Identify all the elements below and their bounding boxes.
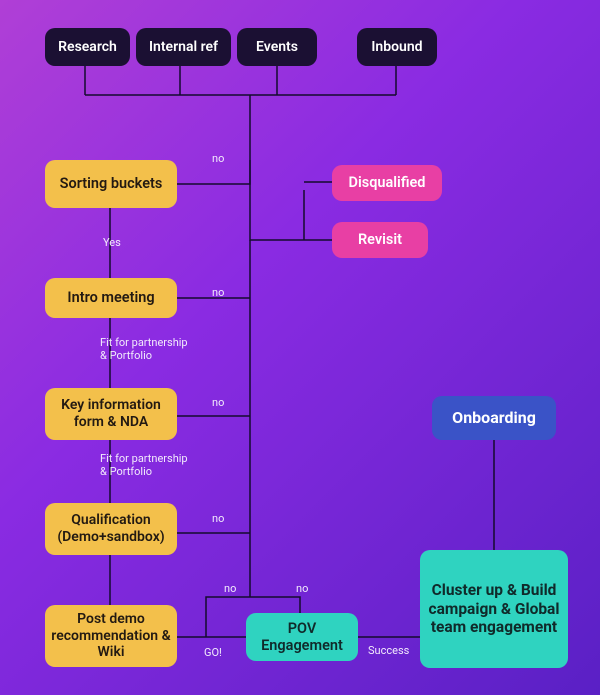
stage-post-demo: Post demo recommendation & Wiki [45,605,177,667]
label-no-3: no [212,396,224,409]
source-internal-ref: Internal ref [136,28,231,66]
label-fit-1: Fit for partnership & Portfolio [100,336,188,362]
label-no-2: no [212,286,224,299]
source-research: Research [45,28,130,66]
label-go: GO! [204,646,222,659]
stage-qualification: Qualification (Demo+sandbox) [45,503,177,555]
result-revisit: Revisit [332,222,428,258]
stage-pov-engagement: POV Engagement [246,613,358,661]
label-no-5: no [224,582,236,595]
label-fit-2: Fit for partnership & Portfolio [100,452,188,478]
stage-intro-meeting: Intro meeting [45,278,177,318]
label-no-6: no [296,582,308,595]
stage-cluster-build: Cluster up & Build campaign & Global tea… [420,550,568,668]
source-events: Events [237,28,317,66]
stage-sorting-buckets: Sorting buckets [45,160,177,208]
stage-key-information: Key information form & NDA [45,388,177,440]
result-disqualified: Disqualified [332,165,442,201]
label-success: Success [368,644,409,657]
label-no-1: no [212,152,224,165]
flowchart-canvas: Research Internal ref Events Inbound Sor… [0,0,600,695]
source-inbound: Inbound [357,28,437,66]
stage-onboarding: Onboarding [432,396,556,440]
label-no-4: no [212,512,224,525]
label-yes: Yes [103,236,121,249]
